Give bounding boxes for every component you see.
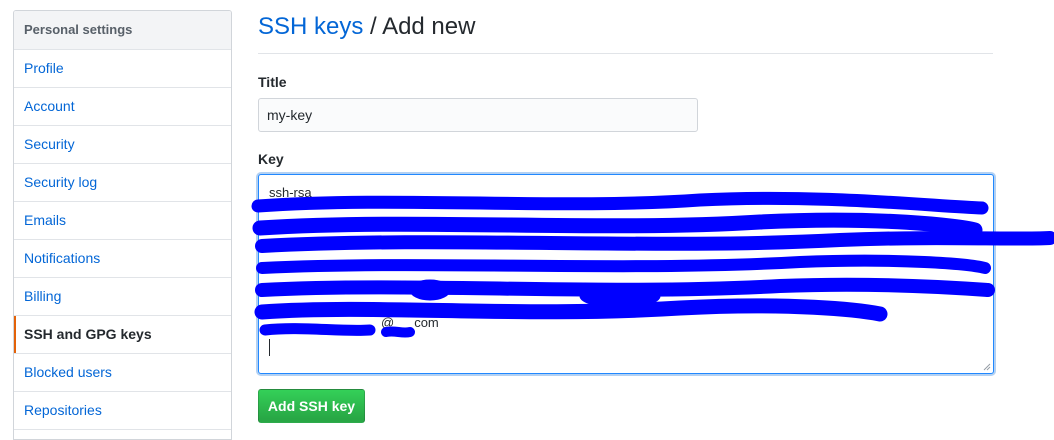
title-divider <box>258 53 993 54</box>
key-email-line: @ com <box>381 313 983 333</box>
sidebar-item-repositories[interactable]: Repositories <box>14 392 231 430</box>
sidebar-item-billing[interactable]: Billing <box>14 278 231 316</box>
key-textarea[interactable]: ssh-rsa @ com <box>258 174 994 374</box>
page-title: SSH keys / Add new <box>258 13 475 41</box>
key-email-at: @ <box>381 315 395 330</box>
resize-grip-icon[interactable] <box>983 363 991 371</box>
sidebar-item-blocked-users[interactable]: Blocked users <box>14 354 231 392</box>
breadcrumb-current: Add new <box>382 13 476 40</box>
add-ssh-key-button[interactable]: Add SSH key <box>258 389 365 423</box>
settings-sidebar: Personal settings Profile Account Securi… <box>13 10 232 440</box>
text-cursor <box>269 339 270 356</box>
sidebar-item-ssh-gpg-keys[interactable]: SSH and GPG keys <box>14 316 231 354</box>
breadcrumb-separator: / <box>363 13 383 40</box>
key-label: Key <box>258 151 284 167</box>
sidebar-item-profile[interactable]: Profile <box>14 50 231 88</box>
sidebar-item-security[interactable]: Security <box>14 126 231 164</box>
sidebar-header: Personal settings <box>14 11 231 50</box>
title-label: Title <box>258 74 287 90</box>
sidebar-item-account[interactable]: Account <box>14 88 231 126</box>
key-value: ssh-rsa <box>269 185 312 200</box>
sidebar-item-emails[interactable]: Emails <box>14 202 231 240</box>
key-redacted-body <box>269 203 983 303</box>
key-email-domain: com <box>414 315 439 330</box>
sidebar-item-security-log[interactable]: Security log <box>14 164 231 202</box>
title-input[interactable] <box>258 98 698 132</box>
sidebar-item-notifications[interactable]: Notifications <box>14 240 231 278</box>
breadcrumb-ssh-keys-link[interactable]: SSH keys <box>258 13 363 40</box>
